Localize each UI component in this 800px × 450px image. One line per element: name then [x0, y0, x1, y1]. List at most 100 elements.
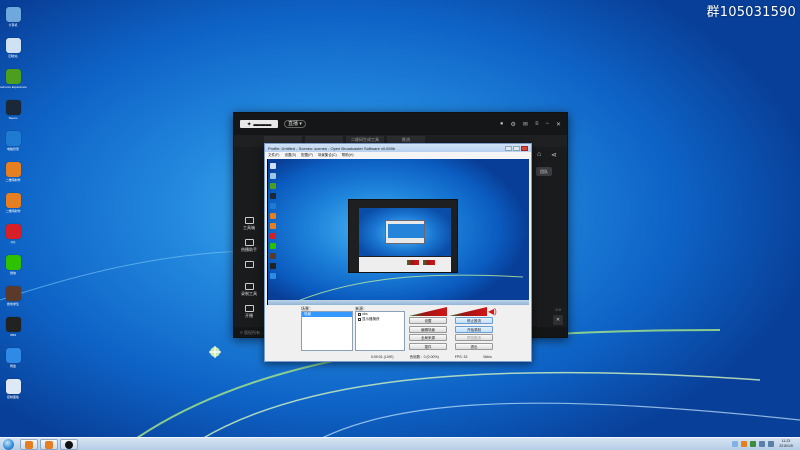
source-item[interactable]: 显示器捕获	[356, 317, 404, 322]
desktop-icon-label: QQ	[10, 240, 16, 244]
settings-icon[interactable]: ⚙	[511, 121, 516, 128]
volume-icon[interactable]: ◀)	[488, 307, 497, 316]
tray-icon-2[interactable]	[741, 441, 747, 447]
sidebar-item[interactable]: 热播助手	[238, 239, 260, 253]
obs-button[interactable]: 停止推流	[455, 317, 493, 324]
source-checkbox[interactable]	[358, 312, 361, 316]
sidebar-item-label: 热播助手	[241, 247, 257, 252]
source-label: obs	[362, 312, 368, 316]
sidebar-item-label: 工具箱	[243, 225, 255, 230]
desktop-icon-2[interactable]: GeForce Experience	[0, 66, 27, 97]
clock-date: 2015/1/5	[779, 444, 793, 448]
obs-button[interactable]: 设置	[409, 317, 447, 324]
sidebar-item[interactable]	[238, 261, 260, 269]
preview-taskbar	[268, 300, 529, 305]
system-tray	[732, 441, 774, 447]
sidebar-item-icon	[244, 261, 254, 268]
minimize-button[interactable]	[505, 145, 512, 151]
desktop-icon-label: 控制面板	[6, 395, 19, 399]
nvidia-icon	[5, 69, 21, 84]
start-button[interactable]	[3, 439, 14, 450]
desktop-icon-label: 绝地求生	[6, 302, 19, 306]
desktop-icon-label: Steam	[8, 116, 18, 120]
desktop-icon-8[interactable]: 微信	[2, 252, 24, 283]
desktop-icon-9[interactable]: 绝地求生	[2, 283, 24, 314]
desktop-icon-label: 回收站	[8, 54, 18, 58]
desktop-icon-11[interactable]: 网盘	[2, 345, 24, 376]
desktop-icon-5[interactable]: 二维码制作	[2, 159, 24, 190]
leaf-logo	[209, 346, 221, 358]
mail-icon[interactable]: ✉	[523, 121, 528, 128]
obs-preview	[267, 159, 529, 305]
taskbar-app-streaming[interactable]	[20, 439, 38, 450]
maximize-button[interactable]	[513, 145, 520, 151]
window-controls: ● ⚙ ✉ ≡ − ✕	[500, 121, 561, 128]
control-panel-icon	[5, 379, 21, 394]
live-dropdown[interactable]: 直播 ▾	[284, 120, 306, 128]
bottom-value: 0.0	[555, 307, 561, 312]
desktop-icon-label: GeForce Experience	[0, 85, 27, 89]
obs-button[interactable]: 开始录制	[455, 325, 493, 333]
tray-icon-1[interactable]	[732, 441, 738, 447]
desktop-icon-4[interactable]: 电脑管家	[2, 128, 24, 159]
app-sidebar: 工具箱热播助手录制工具开播	[234, 147, 264, 337]
desktop-icon-0[interactable]: 计算机	[2, 4, 24, 35]
avatar[interactable]: ●	[500, 121, 504, 128]
desktop-icons: 计算机 回收站 GeForce Experience Steam 电脑管家 二维码制作 二维…	[0, 4, 27, 407]
sidebar-item[interactable]: 录制工具	[238, 283, 260, 297]
desktop-icon-10[interactable]: OBS	[2, 314, 24, 345]
obs-statusbar: 0:00:01 (LIVE) 丢帧数：0 (0.00%) FPS: 32 0kb/s	[267, 354, 529, 360]
wechat-icon	[5, 255, 21, 270]
obs-button[interactable]: 退出	[455, 342, 493, 350]
taskbar-app-tool[interactable]	[40, 439, 58, 450]
desktop-icon-label: 网盘	[9, 364, 16, 368]
obs-button[interactable]: 插件	[409, 342, 447, 350]
desktop-icon-label: 二维码制作	[5, 209, 21, 213]
team-badge[interactable]: 团队	[536, 167, 552, 176]
status-field: 0kb/s	[483, 355, 492, 359]
menu-item[interactable]: 文件(F)	[268, 152, 279, 159]
sidebar-item-icon	[244, 217, 254, 224]
home-icon[interactable]: ⌂	[537, 151, 541, 158]
obs-button[interactable]: 预览推流	[455, 334, 493, 341]
desktop-icon-label: 电脑管家	[6, 147, 19, 151]
share-icon[interactable]: ⋖	[551, 151, 557, 159]
menu-item[interactable]: 配置(P)	[301, 152, 313, 159]
menu-item[interactable]: 设置(S)	[284, 152, 296, 159]
obs-controls: 场景： 来源： 场景 obs 显示器捕获 ◀) 设置 停止推流 编辑场景 开始录制 全局来…	[267, 306, 529, 352]
taskbar-app-obs[interactable]	[60, 439, 78, 450]
game-icon	[5, 286, 21, 301]
speaker-icon[interactable]	[768, 441, 774, 447]
computer-icon	[5, 7, 21, 22]
tray-icon-3[interactable]	[750, 441, 756, 447]
status-field: 丢帧数：0 (0.00%)	[409, 355, 439, 359]
minimize-icon[interactable]: −	[545, 121, 549, 128]
obs-titlebar: Profile: Untitled - Scenes: scenes - Ope…	[265, 144, 531, 152]
close-button[interactable]	[521, 145, 528, 151]
sources-list[interactable]: obs 显示器捕获	[355, 311, 405, 351]
obs-window-buttons	[505, 145, 528, 151]
status-field: 0:00:01 (LIVE)	[371, 355, 394, 359]
menu-item[interactable]: 帮助(H)	[342, 152, 354, 159]
menu-icon[interactable]: ≡	[535, 121, 539, 128]
desktop-icon-7[interactable]: QQ	[2, 221, 24, 252]
desktop-icon-label: 微信	[9, 271, 16, 275]
sidebar-item[interactable]: 工具箱	[238, 217, 260, 231]
desktop-icon-12[interactable]: 控制面板	[2, 376, 24, 407]
scenes-list[interactable]: 场景	[301, 311, 353, 351]
panel-close-button[interactable]: ✕	[553, 315, 563, 325]
desktop-icon-label: 二维码制作	[5, 178, 21, 182]
obs-button[interactable]: 编辑场景	[409, 325, 447, 333]
clock[interactable]: 11:23 2015/1/5	[776, 439, 796, 449]
source-checkbox[interactable]	[358, 317, 361, 321]
desktop-icon-3[interactable]: Steam	[2, 97, 24, 128]
obs-button[interactable]: 全局来源	[409, 334, 447, 341]
sidebar-item[interactable]: 开播	[238, 305, 260, 319]
scene-item[interactable]: 场景	[302, 312, 352, 317]
preview-desktop	[268, 159, 529, 305]
menu-item[interactable]: 场景集合(C)	[318, 152, 337, 159]
close-icon[interactable]: ✕	[556, 121, 561, 128]
desktop-icon-1[interactable]: 回收站	[2, 35, 24, 66]
desktop-icon-6[interactable]: 二维码制作	[2, 190, 24, 221]
network-icon[interactable]	[759, 441, 765, 447]
